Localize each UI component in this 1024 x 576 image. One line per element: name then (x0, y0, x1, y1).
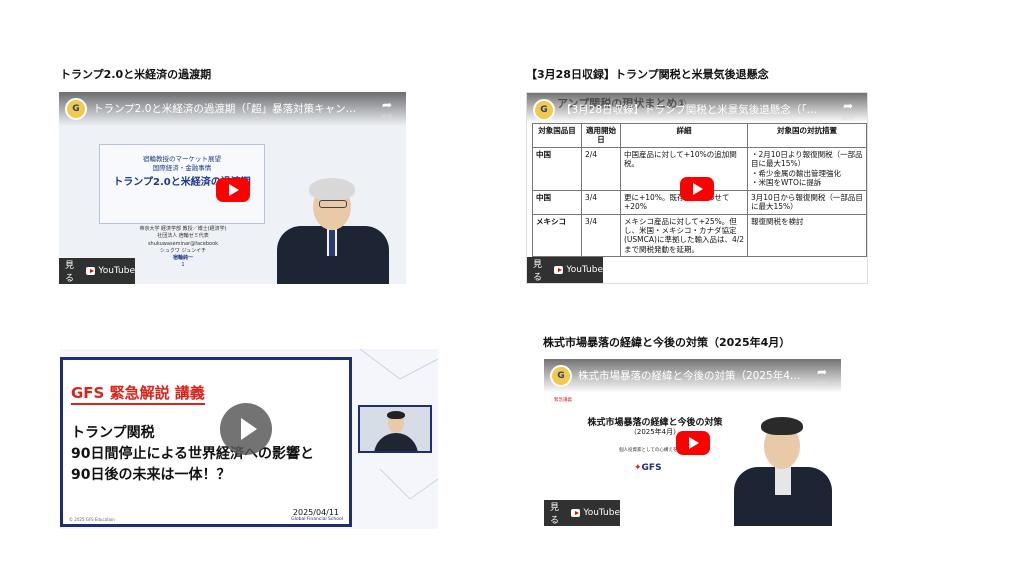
youtube-label: YouTube (98, 266, 135, 276)
share-button[interactable]: ➦ 共有 (835, 99, 861, 122)
table-header: 適用開始日 (581, 123, 621, 148)
watch-label: 見る (550, 503, 560, 526)
slide-footer-left: © 2025 GFS Education (69, 517, 115, 522)
table-header: 対象国品目 (532, 123, 582, 148)
table-cell: メキシコ産品に対して+25%。但し、米国・メキシコ・カナダ協定(USMCA)に準… (620, 213, 748, 257)
share-icon: ➦ (842, 99, 854, 113)
slide-line3: 90日後の未来は一体！？ (71, 467, 231, 483)
watch-label: 見る (65, 261, 75, 284)
share-button[interactable]: ➦ 共有 (374, 98, 400, 121)
gfs-logo-text: GFS (641, 463, 662, 473)
video-embed-1[interactable]: 宿輪教授のマーケット展望 国際経済・金融事情 トランプ2.0と米経済の過渡期 帝… (59, 92, 406, 284)
table-cell: 2/4 (581, 146, 621, 191)
youtube-label: YouTube (566, 265, 603, 275)
channel-logo-icon[interactable]: G (65, 98, 87, 120)
play-button[interactable] (680, 177, 714, 201)
table-cell: 報復関税を検討 (747, 213, 867, 257)
video-title[interactable]: 【3月28日収録】トランプ関税と米景気後退懸念（「超」暴落対策キャン... (561, 102, 827, 117)
slide-info2: 社団法人 宿輪ゼミ代表 (157, 233, 209, 240)
presenter-inset (358, 405, 432, 453)
play-button[interactable] (220, 403, 272, 455)
section-title-2: 【3月28日収録】トランプ関税と米景気後退懸念 (526, 68, 769, 81)
table-cell: 中国 (532, 146, 582, 191)
video-title[interactable]: トランプ2.0と米経済の過渡期（「超」暴落対策キャンペ... (93, 101, 366, 116)
watch-on-youtube-button[interactable]: 見る YouTube (59, 258, 135, 284)
slide-subtitle: （2025年4月） (629, 428, 681, 436)
share-icon: ➦ (381, 98, 393, 112)
share-label: 共有 (841, 115, 854, 122)
table-header: 対象国の対抗措置 (747, 123, 867, 148)
slide-frame: GFS 緊急解説 講義 トランプ関税 90日間停止による世界経済への影響と 90… (60, 357, 352, 527)
table-cell: 3/4 (581, 213, 621, 257)
slide-email: shukuwaseminar@facebook (147, 240, 219, 247)
video-embed-3[interactable]: GFS 緊急解説 講義 トランプ関税 90日間停止による世界経済への影響と 90… (60, 349, 438, 529)
video-embed-4[interactable]: 緊急講義 株式市場暴落の経緯と今後の対策 （2025年4月） 個人投資家としての… (544, 359, 841, 526)
slide-line1: トランプ関税 (71, 425, 155, 441)
slide-small-text: 個人投資家としての心構えを含めて (619, 448, 691, 453)
table-cell: 3/4 (581, 189, 621, 215)
play-button[interactable] (676, 431, 710, 455)
watch-label: 見る (533, 260, 543, 283)
table-cell: メキシコ (532, 213, 582, 257)
slide-badge: GFS 緊急解説 講義 (71, 382, 205, 405)
table-cell: 中国 (532, 189, 582, 215)
section-title-1: トランプ2.0と米経済の過渡期 (60, 68, 212, 81)
play-button[interactable] (216, 178, 250, 202)
share-label: 共有 (815, 381, 828, 388)
video-embed-2[interactable]: 対象国品目 適用開始日 詳細 対象国の対抗措置 中国 2/4 中国産品に対して+… (526, 92, 868, 284)
share-label: 共有 (380, 114, 393, 121)
watch-on-youtube-button[interactable]: 見る YouTube (527, 257, 603, 283)
slide-footer-right: Global Financial School (291, 517, 343, 522)
youtube-label: YouTube (583, 508, 620, 518)
presenter-image (728, 415, 838, 526)
presenter-image (269, 178, 399, 284)
table-cell: ・2月10日より報復関税（一部品目に最大15%） ・希少金属の輸出管理強化 ・米… (747, 146, 867, 191)
table-row: メキシコ 3/4 メキシコ産品に対して+25%。但し、米国・メキシコ・カナダ協定… (532, 213, 867, 257)
slide-name-kana: シュクワ ジュンイチ (159, 247, 207, 254)
section-title-4: 株式市場暴落の経緯と今後の対策（2025年4月） (543, 336, 791, 349)
youtube-icon (86, 267, 96, 275)
share-button[interactable]: ➦ 共有 (809, 365, 835, 388)
video-title[interactable]: 株式市場暴落の経緯と今後の対策（2025年4月） (578, 368, 801, 383)
youtube-icon (571, 509, 581, 517)
gfs-logo: ✦GFS (634, 463, 662, 473)
table-header: 詳細 (620, 123, 748, 148)
youtube-icon (554, 266, 564, 274)
channel-logo-icon[interactable]: G (533, 99, 555, 121)
slide-line2: 国際経済・金融事情 (152, 164, 212, 172)
watch-on-youtube-button[interactable]: 見る YouTube (544, 500, 620, 526)
slide-tag: 緊急講義 (554, 398, 572, 403)
table-cell: 3月10日から報復関税（一部品目に最大15%） (747, 189, 867, 215)
slide-date: 2025/04/11 (292, 508, 339, 517)
share-icon: ➦ (816, 365, 828, 379)
slide-line2: 90日間停止による世界経済への影響と (71, 446, 315, 462)
channel-logo-icon[interactable]: G (550, 365, 572, 387)
